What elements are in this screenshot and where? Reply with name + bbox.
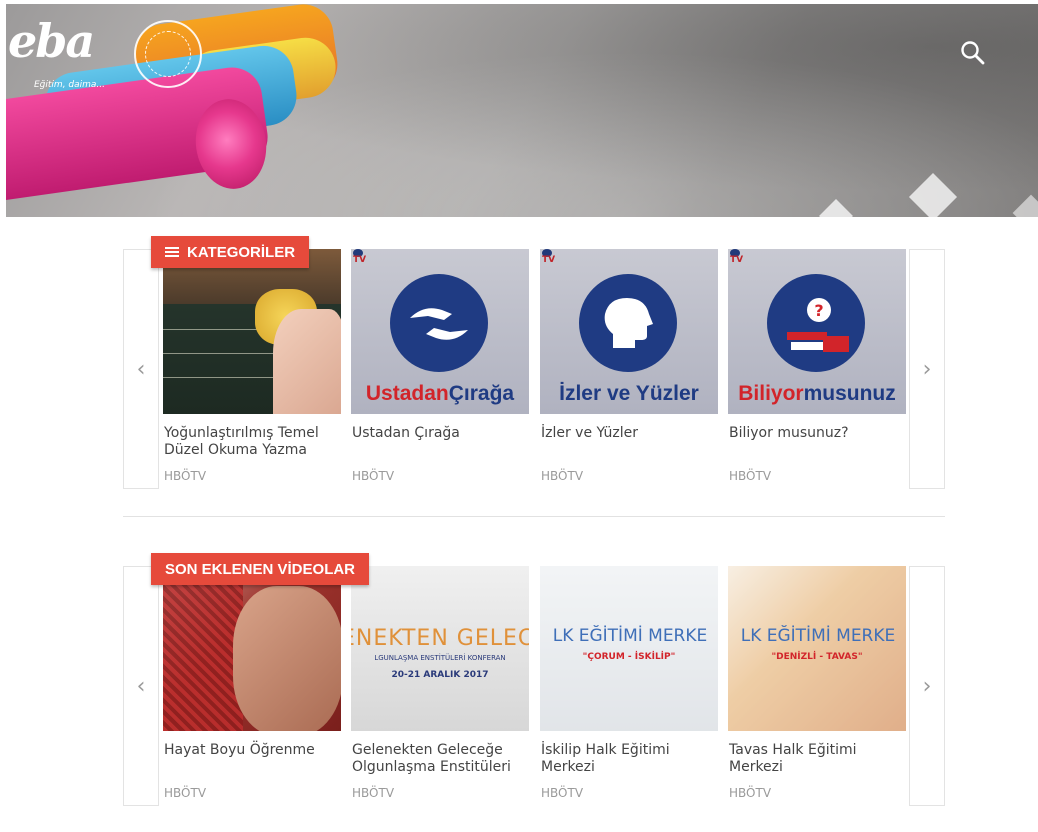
card-source: HBÖTV	[352, 469, 395, 483]
chevron-left-icon: ‹	[136, 673, 146, 699]
chevron-right-icon: ›	[922, 356, 932, 382]
carousel-prev-button[interactable]: ‹	[123, 566, 159, 806]
decorative-diamond	[1012, 194, 1038, 217]
video-thumbnail-tavas: LK EĞİTİMİ MERKE "DENİZLİ - TAVAS"	[728, 566, 906, 731]
video-thumbnail-iskilip: LK EĞİTİMİ MERKE "ÇORUM - İSKİLİP"	[540, 566, 718, 731]
card-title[interactable]: Gelenekten Geleceğe Olgunlaşma Enstitüle…	[352, 742, 528, 776]
category-thumbnail-hands: TV Ustadan Çırağa	[351, 249, 529, 414]
video-card[interactable]: LK EĞİTİMİ MERKE "ÇORUM - İSKİLİP" İskil…	[540, 566, 718, 806]
search-icon[interactable]	[960, 40, 986, 66]
card-source: HBÖTV	[352, 786, 395, 800]
video-card[interactable]: Hayat Boyu Öğrenme HBÖTV	[163, 566, 341, 806]
chevron-left-icon: ‹	[136, 356, 146, 382]
hero-banner: eba Eğitim, daima...	[6, 4, 1038, 217]
card-source: HBÖTV	[541, 786, 584, 800]
categories-cards: Yoğunlaştırılmış Temel Düzel Okuma Yazma…	[163, 249, 907, 489]
carousel-next-button[interactable]: ›	[909, 566, 945, 806]
card-source: HBÖTV	[164, 786, 207, 800]
card-source: HBÖTV	[541, 469, 584, 483]
card-source: HBÖTV	[729, 786, 772, 800]
card-title[interactable]: Hayat Boyu Öğrenme	[164, 742, 340, 759]
recent-videos-tag-label: SON EKLENEN VİDEOLAR	[165, 560, 356, 578]
category-card[interactable]: TV ? Biliyor musunuz Biliyor musunuz? HB…	[728, 249, 906, 489]
hamburger-menu-icon	[165, 247, 179, 257]
categories-tag-label: KATEGORİLER	[187, 243, 296, 261]
svg-text:?: ?	[814, 301, 823, 320]
card-title[interactable]: Ustadan Çırağa	[352, 425, 528, 442]
card-source: HBÖTV	[729, 469, 772, 483]
card-title[interactable]: Tavas Halk Eğitimi Merkezi	[729, 742, 905, 776]
category-card[interactable]: TV Ustadan Çırağa Ustadan Çırağa HBÖTV	[351, 249, 529, 489]
category-thumbnail-chalkboard	[163, 249, 341, 414]
category-card[interactable]: Yoğunlaştırılmış Temel Düzel Okuma Yazma…	[163, 249, 341, 489]
categories-carousel: KATEGORİLER ‹ Yoğunlaştırılmış Temel Düz…	[123, 236, 945, 489]
video-thumbnail-conference: ENEKTEN GELECE LGUNLAŞMA ENSTİTÜLERİ KON…	[351, 566, 529, 731]
video-cards: Hayat Boyu Öğrenme HBÖTV ENEKTEN GELECE …	[163, 566, 907, 806]
recent-videos-tag[interactable]: SON EKLENEN VİDEOLAR	[151, 553, 370, 585]
category-thumbnail-question: TV ? Biliyor musunuz	[728, 249, 906, 414]
card-title[interactable]: Biliyor musunuz?	[729, 425, 905, 442]
question-books-icon: ?	[787, 298, 849, 352]
recent-videos-carousel: SON EKLENEN VİDEOLAR ‹ Hayat Boyu Öğrenm…	[123, 553, 945, 806]
handshake-icon	[410, 308, 468, 340]
decorative-diamond	[819, 199, 853, 217]
eba-logo[interactable]: eba	[8, 14, 95, 68]
category-thumbnail-head: TV İzler ve Yüzler	[540, 249, 718, 414]
video-thumbnail-knitting	[163, 566, 341, 731]
chevron-right-icon: ›	[922, 673, 932, 699]
carousel-prev-button[interactable]: ‹	[123, 249, 159, 489]
categories-tag[interactable]: KATEGORİLER	[151, 236, 310, 268]
section-divider	[123, 516, 945, 517]
card-title[interactable]: Yoğunlaştırılmış Temel Düzel Okuma Yazma	[164, 425, 340, 459]
category-card[interactable]: TV İzler ve Yüzler İzler ve Yüzler HBÖTV	[540, 249, 718, 489]
card-source: HBÖTV	[164, 469, 207, 483]
video-card[interactable]: ENEKTEN GELECE LGUNLAŞMA ENSTİTÜLERİ KON…	[351, 566, 529, 806]
logo-tagline: Eğitim, daima...	[34, 80, 106, 90]
video-card[interactable]: LK EĞİTİMİ MERKE "DENİZLİ - TAVAS" Tavas…	[728, 566, 906, 806]
card-title[interactable]: İskilip Halk Eğitimi Merkezi	[541, 742, 717, 776]
carousel-next-button[interactable]: ›	[909, 249, 945, 489]
head-profile-icon	[604, 298, 653, 348]
card-title[interactable]: İzler ve Yüzler	[541, 425, 717, 442]
decorative-diamond	[908, 172, 958, 217]
ministry-seal-icon[interactable]	[134, 20, 202, 88]
